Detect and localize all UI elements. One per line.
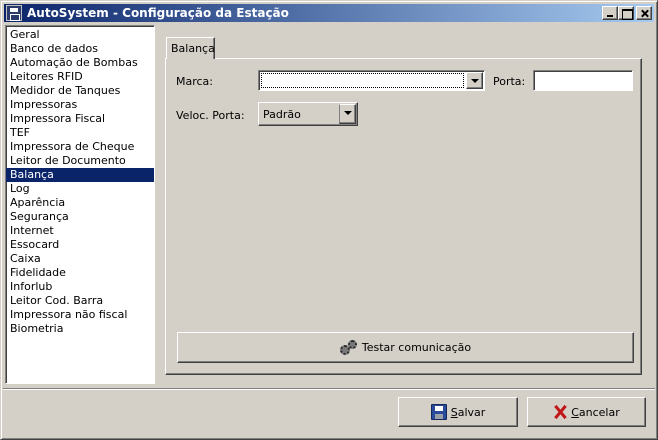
sidebar-item[interactable]: TEF xyxy=(6,126,154,140)
save-button[interactable]: Salvar xyxy=(398,397,518,427)
maximize-icon[interactable] xyxy=(618,6,634,20)
test-communication-button[interactable]: Testar comunicação xyxy=(177,332,634,363)
sidebar-item[interactable]: Fidelidade xyxy=(6,266,154,280)
sidebar-item[interactable]: Aparência xyxy=(6,196,154,210)
sidebar-item[interactable]: Balança xyxy=(6,168,154,182)
sidebar-item[interactable]: Impressoras xyxy=(6,98,154,112)
marca-label: Marca: xyxy=(176,75,214,88)
tab-balanca[interactable]: Balança xyxy=(166,37,215,59)
veloc-porta-select[interactable]: Padrão xyxy=(258,102,358,126)
footer-separator xyxy=(3,388,655,390)
sidebar-item[interactable]: Geral xyxy=(6,28,154,42)
veloc-porta-label: Veloc. Porta: xyxy=(176,109,245,122)
marca-select[interactable] xyxy=(258,70,485,91)
sidebar-item[interactable]: Caixa xyxy=(6,252,154,266)
main-window: AutoSystem - Configuração da Estação Ger… xyxy=(0,0,658,440)
porta-input[interactable] xyxy=(533,70,633,91)
sidebar-item[interactable]: Log xyxy=(6,182,154,196)
sidebar-item[interactable]: Biometria xyxy=(6,322,154,336)
minimize-icon[interactable] xyxy=(602,6,618,20)
sidebar-item[interactable]: Internet xyxy=(6,224,154,238)
test-communication-label: Testar comunicação xyxy=(361,341,472,354)
sidebar-item[interactable]: Impressora não fiscal xyxy=(6,308,154,322)
sidebar-item[interactable]: Banco de dados xyxy=(6,42,154,56)
sidebar-item[interactable]: Automação de Bombas xyxy=(6,56,154,70)
sidebar-item[interactable]: Medidor de Tanques xyxy=(6,84,154,98)
cancel-button[interactable]: Cancelar xyxy=(527,397,646,427)
sidebar-item[interactable]: Leitor Cod. Barra xyxy=(6,294,154,308)
red-x-icon xyxy=(553,405,567,419)
balanca-panel: Marca: Porta: Veloc. Porta: Padrão Testa… xyxy=(165,58,642,375)
sidebar-item[interactable]: Impressora Fiscal xyxy=(6,112,154,126)
sidebar-item[interactable]: Inforlub xyxy=(6,280,154,294)
title-bar[interactable]: AutoSystem - Configuração da Estação xyxy=(4,4,654,22)
porta-label: Porta: xyxy=(493,75,526,88)
close-icon[interactable] xyxy=(636,6,652,20)
sidebar-item[interactable]: Essocard xyxy=(6,238,154,252)
gears-icon xyxy=(339,339,358,356)
chevron-down-icon[interactable] xyxy=(339,104,356,124)
save-label: Salvar xyxy=(450,405,486,419)
settings-category-list[interactable]: Geral Banco de dados Automação de Bombas Le… xyxy=(5,25,155,384)
cancel-label: Cancelar xyxy=(571,405,620,419)
sidebar-item[interactable]: Impressora de Cheque xyxy=(6,140,154,154)
veloc-porta-value: Padrão xyxy=(263,108,301,121)
focus-rect xyxy=(261,73,464,88)
floppy-disk-icon xyxy=(430,404,447,420)
window-title: AutoSystem - Configuração da Estação xyxy=(27,6,289,20)
sidebar-item[interactable]: Leitores RFID xyxy=(6,70,154,84)
sidebar-item[interactable]: Leitor de Documento xyxy=(6,154,154,168)
tab-label: Balança xyxy=(171,42,215,55)
title-buttons xyxy=(602,6,652,20)
chevron-down-icon[interactable] xyxy=(466,72,483,89)
sidebar-item[interactable]: Segurança xyxy=(6,210,154,224)
app-icon[interactable] xyxy=(6,5,22,21)
